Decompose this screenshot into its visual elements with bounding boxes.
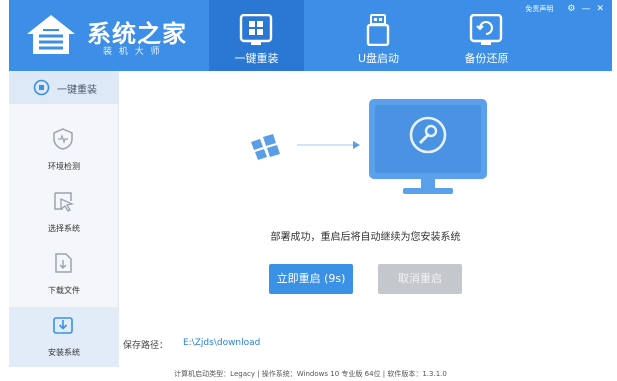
usb-drive-icon (366, 14, 390, 46)
restart-now-button[interactable]: 立即重启 (9s) (269, 264, 353, 294)
windows-logo-icon (251, 134, 280, 160)
heart-shield-icon (53, 128, 73, 150)
tab-backup-restore[interactable]: 备份还原 (439, 8, 534, 71)
tab-label: 一键重装 (234, 52, 279, 65)
app-logo: 系统之家 装 机 大 师 (23, 10, 203, 58)
stop-circle-icon (33, 79, 50, 96)
monitor-illustration-icon (369, 99, 487, 194)
install-download-icon (53, 317, 73, 334)
window-controls: 免责声明 ⚙ — ✕ (525, 4, 604, 14)
cancel-restart-button[interactable]: 取消重启 (378, 264, 462, 294)
tab-label: 备份还原 (464, 52, 509, 65)
sidebar-item-label: 选择系统 (48, 224, 80, 233)
cursor-select-icon (54, 192, 75, 212)
sidebar-item-one-key-reinstall[interactable]: 一键重装 (9, 71, 119, 104)
save-path-label: 保存路径： (123, 341, 169, 351)
status-message: 部署成功，重启后将自动继续为您安装系统 (270, 232, 461, 243)
windows-monitor-icon (239, 14, 273, 45)
tab-label: U盘启动 (357, 52, 400, 65)
installer-window: 系统之家 装 机 大 师 一键重装 U盘启动 备份还原 免责声明 ⚙ — ✕ 一… (0, 0, 617, 381)
minimize-icon[interactable]: — (581, 4, 590, 14)
tab-usb-boot[interactable]: U盘启动 (331, 8, 426, 71)
sidebar-item-download-files[interactable]: 下载文件 (9, 245, 119, 305)
sidebar-item-label: 环境检测 (48, 162, 80, 171)
settings-icon[interactable]: ⚙ (567, 4, 575, 14)
file-download-icon (55, 253, 72, 273)
sidebar-item-select-system[interactable]: 选择系统 (9, 183, 119, 243)
save-path-link[interactable]: E:\Zjds\download (183, 338, 260, 348)
house-logo-icon (27, 15, 75, 54)
status-footer: 计算机启动类型：Legacy | 操作系统：Windows 10 专业版 64位… (174, 370, 447, 378)
sidebar-item-install-system[interactable]: 安装系统 (9, 307, 119, 367)
backup-restore-icon (469, 14, 503, 45)
sidebar-item-label: 一键重装 (57, 85, 97, 96)
arrow-right-icon (297, 141, 360, 149)
sidebar: 一键重装 环境检测 选择系统 下载文件 安装系统 (9, 71, 119, 367)
header-bar: 系统之家 装 机 大 师 一键重装 U盘启动 备份还原 免责声明 ⚙ — ✕ (9, 0, 612, 71)
sidebar-item-label: 下载文件 (48, 286, 80, 295)
tab-one-key-reinstall[interactable]: 一键重装 (209, 0, 304, 71)
main-panel: 部署成功，重启后将自动继续为您安装系统 立即重启 (9s) 取消重启 保存路径：… (119, 71, 612, 367)
sidebar-item-label: 安装系统 (48, 348, 80, 357)
sidebar-item-env-check[interactable]: 环境检测 (9, 121, 119, 181)
logo-subtitle: 装 机 大 师 (103, 47, 162, 57)
disclaimer-link[interactable]: 免责声明 (525, 4, 553, 14)
close-icon[interactable]: ✕ (596, 4, 604, 14)
